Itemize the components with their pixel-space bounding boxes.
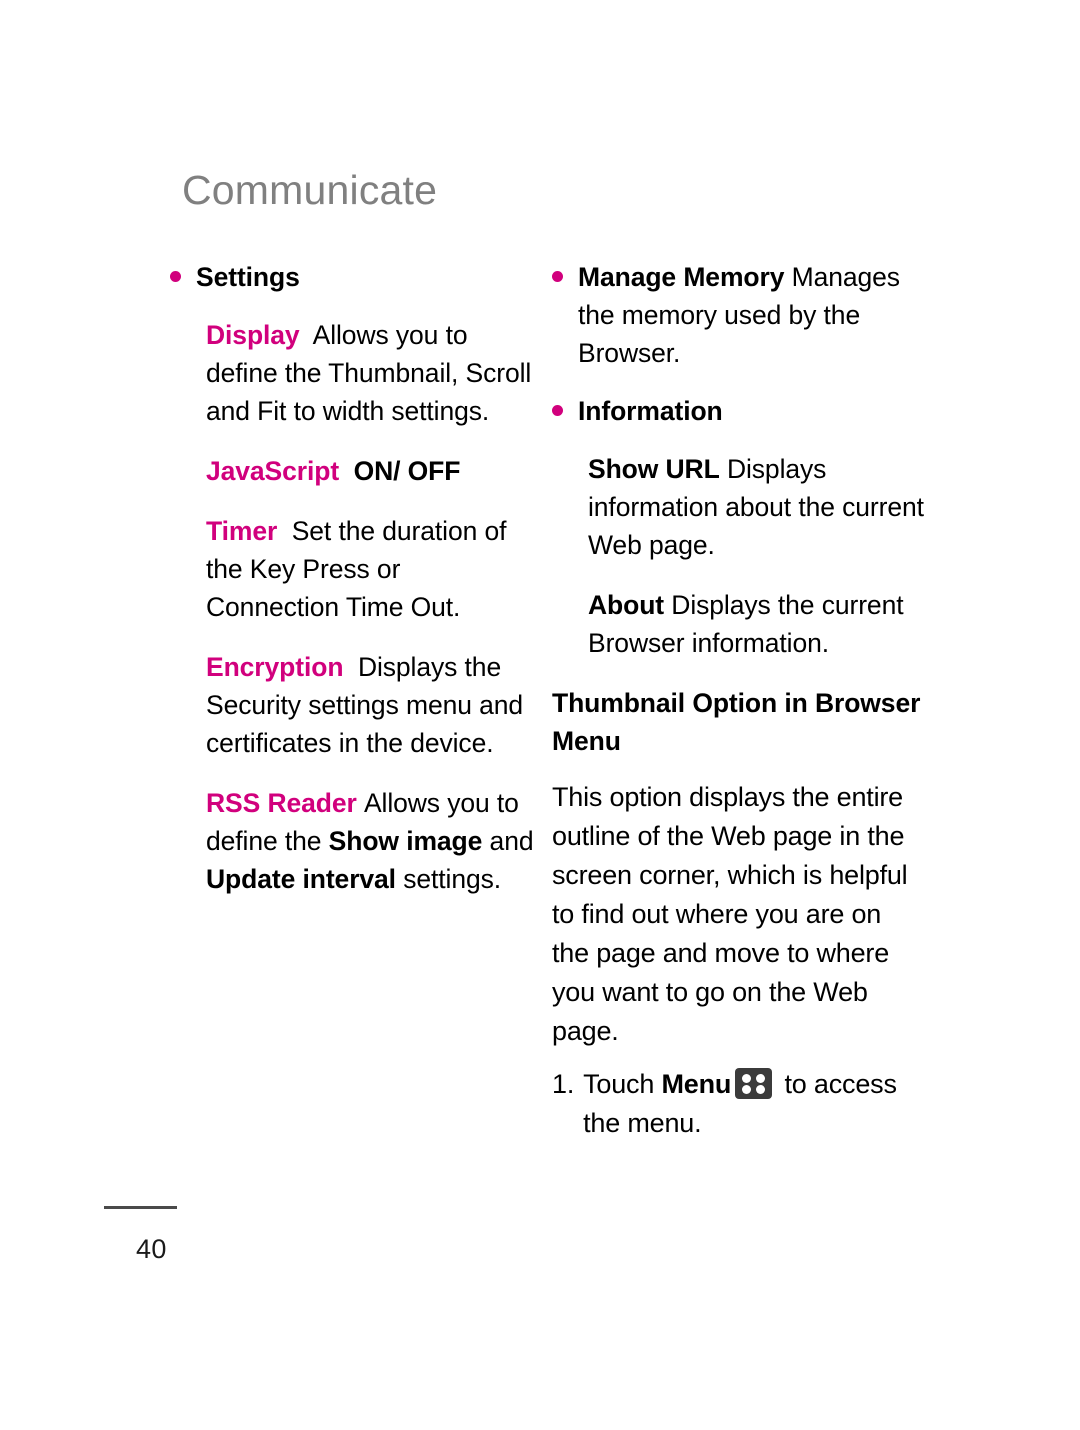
thumbnail-section-body: This option displays the entire outline … (552, 782, 908, 1046)
bullet-dot-icon (552, 271, 563, 282)
left-column: Settings Display Allows you to define th… (170, 258, 536, 920)
step-number: 1. (552, 1069, 575, 1099)
term-display: Display (206, 320, 300, 350)
entry-timer: Timer Set the duration of the Key Press … (170, 512, 536, 626)
list-item-manage-memory: Manage Memory Manages the memory used by… (552, 258, 924, 372)
step-item-1: 1. Touch Menu to access the menu. (552, 1065, 924, 1143)
entry-about: About Displays the current Browser infor… (552, 586, 924, 662)
bullet-dot-icon (552, 405, 563, 416)
term-timer: Timer (206, 516, 278, 546)
information-heading: Information (578, 396, 723, 426)
step-text-before: Touch (583, 1069, 662, 1099)
list-item-information: Information (552, 392, 924, 430)
entry-rss-text-2: and (482, 826, 534, 856)
entry-rss-bold-show-image: Show image (328, 826, 483, 856)
entry-rss-reader: RSS Reader Allows you to define the Show… (170, 784, 536, 898)
page-number: 40 (136, 1234, 167, 1264)
entry-rss-bold-update-interval: Update interval (206, 864, 396, 894)
footer-divider (104, 1206, 177, 1209)
entry-display: Display Allows you to define the Thumbna… (170, 316, 536, 430)
entry-javascript-value: ON/ OFF (353, 456, 461, 486)
entry-rss-text-3: settings. (395, 864, 502, 894)
term-show-url: Show URL (588, 454, 720, 484)
right-column: Manage Memory Manages the memory used by… (552, 258, 924, 1143)
manage-memory-heading: Manage Memory (578, 262, 785, 292)
list-item-settings: Settings (170, 258, 536, 296)
term-about: About (588, 590, 665, 620)
thumbnail-section-heading: Thumbnail Option in Browser Menu (552, 688, 921, 756)
manual-page: Communicate Settings Display Allows you … (0, 0, 1080, 1430)
step-bold-menu: Menu (661, 1069, 732, 1099)
term-rss-reader: RSS Reader (206, 788, 357, 818)
step-body: Touch Menu to access the menu. (583, 1065, 924, 1143)
page-title: Communicate (182, 167, 438, 213)
entry-show-url: Show URL Displays information about the … (552, 450, 924, 564)
menu-grid-icon (735, 1068, 773, 1099)
term-encryption: Encryption (206, 652, 344, 682)
entry-encryption: Encryption Displays the Security setting… (170, 648, 536, 762)
bullet-dot-icon (170, 271, 181, 282)
term-javascript: JavaScript (206, 456, 340, 486)
entry-javascript: JavaScript ON/ OFF (170, 452, 536, 490)
settings-heading: Settings (196, 262, 300, 292)
